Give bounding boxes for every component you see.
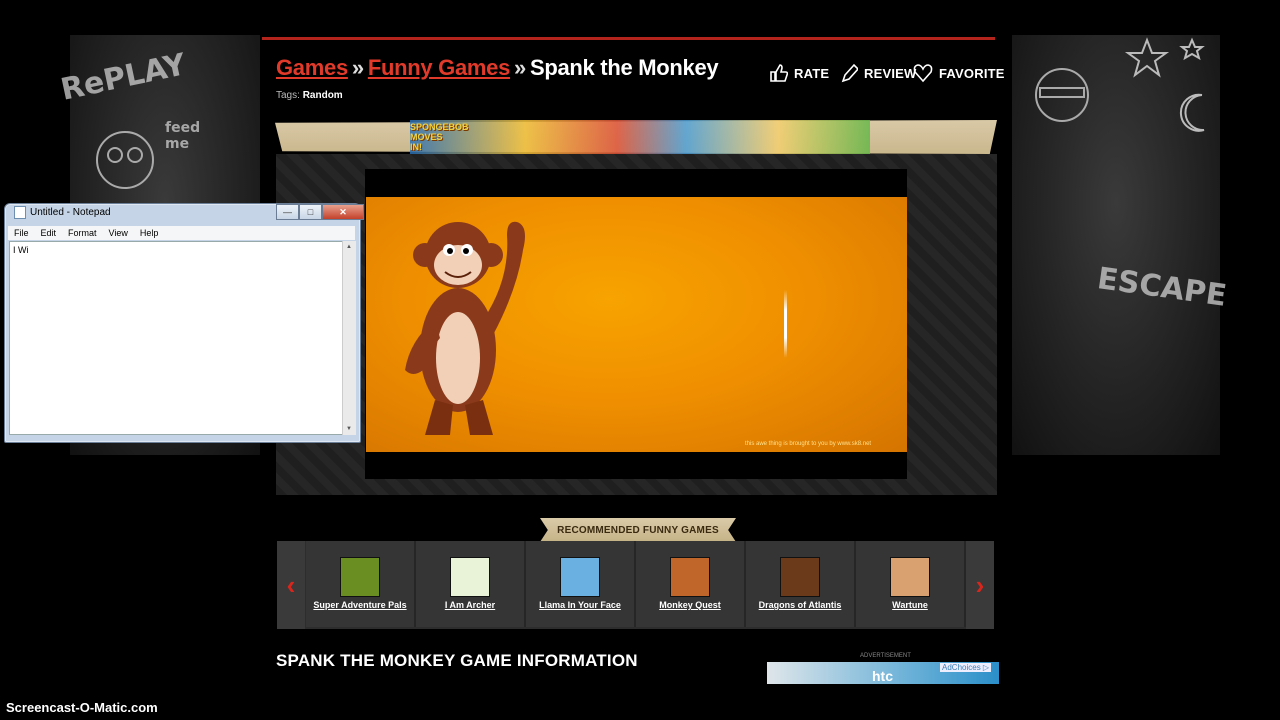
breadcrumb: Games» Funny Games» Spank the Monkey bbox=[276, 55, 719, 81]
favorite-button[interactable]: FAVORITE bbox=[913, 62, 1005, 84]
minimize-button[interactable]: — bbox=[276, 204, 299, 220]
right-decoration-panel: ESCAPE bbox=[1012, 35, 1229, 455]
recommended-game-link[interactable]: I Am Archer bbox=[445, 600, 495, 610]
breadcrumb-games-link[interactable]: Games bbox=[276, 55, 348, 80]
recommended-game[interactable]: Wartune bbox=[856, 541, 966, 627]
thumbs-up-icon bbox=[770, 64, 788, 82]
recommended-label: RECOMMENDED FUNNY GAMES bbox=[540, 518, 736, 542]
notepad-menubar: File Edit Format View Help bbox=[8, 226, 355, 240]
scroll-down-icon[interactable]: ▼ bbox=[346, 426, 352, 432]
scroll-up-icon[interactable]: ▲ bbox=[346, 244, 352, 250]
recommended-game-link[interactable]: Super Adventure Pals bbox=[313, 600, 406, 610]
review-button[interactable]: REVIEW bbox=[840, 62, 916, 84]
page-title: Spank the Monkey bbox=[529, 55, 719, 80]
recommended-game-link[interactable]: Llama In Your Face bbox=[539, 600, 621, 610]
escape-chalk-text: ESCAPE bbox=[1095, 261, 1229, 314]
game-thumbnail[interactable] bbox=[450, 557, 490, 597]
adchoices-link[interactable]: AdChoices ▷ bbox=[940, 663, 992, 672]
menu-view[interactable]: View bbox=[103, 228, 134, 238]
chalk-monster-doodle bbox=[96, 131, 154, 189]
game-thumbnail[interactable] bbox=[340, 557, 380, 597]
carousel-prev-arrow[interactable]: ‹ bbox=[277, 541, 305, 629]
chalk-stars-doodle bbox=[1124, 37, 1205, 132]
recommended-game[interactable]: I Am Archer bbox=[416, 541, 526, 627]
banner-logo: SPONGEBOB MOVES IN! bbox=[410, 122, 469, 152]
game-thumbnail[interactable] bbox=[890, 557, 930, 597]
feed-me-chalk-text: feed me bbox=[165, 120, 201, 152]
window-controls: — □ ✕ bbox=[276, 204, 364, 220]
advertisement-label: ADVERTISEMENT bbox=[860, 653, 911, 659]
tag-random-link[interactable]: Random bbox=[303, 90, 343, 101]
game-thumbnail[interactable] bbox=[670, 557, 710, 597]
recommended-game[interactable]: Monkey Quest bbox=[636, 541, 746, 627]
menu-edit[interactable]: Edit bbox=[35, 228, 63, 238]
review-label: REVIEW bbox=[864, 65, 917, 81]
rate-label: RATE bbox=[794, 65, 830, 81]
notepad-titlebar[interactable]: Untitled - Notepad bbox=[14, 206, 111, 219]
maximize-button[interactable]: □ bbox=[299, 204, 322, 220]
favorite-label: FAVORITE bbox=[939, 65, 1005, 81]
htc-logo: htc bbox=[872, 668, 893, 684]
heart-icon bbox=[913, 64, 933, 83]
game-cursor bbox=[784, 290, 787, 358]
recommended-game-link[interactable]: Wartune bbox=[892, 600, 928, 610]
notepad-text-area[interactable]: I Wi bbox=[9, 241, 344, 435]
game-thumbnail[interactable] bbox=[560, 557, 600, 597]
game-information-heading: SPANK THE MONKEY GAME INFORMATION bbox=[276, 651, 638, 670]
chalk-ninja-doodle bbox=[1035, 68, 1089, 122]
close-button[interactable]: ✕ bbox=[322, 204, 364, 220]
game-credit-text: this awe thing is brought to you by www.… bbox=[745, 441, 872, 447]
menu-file[interactable]: File bbox=[8, 228, 35, 238]
banner-logo-line: IN! bbox=[410, 142, 422, 152]
breadcrumb-separator: » bbox=[351, 55, 364, 80]
rate-button[interactable]: RATE bbox=[768, 62, 829, 84]
carousel-next-arrow[interactable]: › bbox=[966, 541, 994, 629]
screencast-watermark: Screencast-O-Matic.com bbox=[6, 700, 158, 715]
banner-logo-line: SPONGEBOB bbox=[410, 122, 469, 132]
breadcrumb-separator: » bbox=[514, 55, 526, 80]
pencil-icon bbox=[841, 63, 858, 83]
menu-format[interactable]: Format bbox=[62, 228, 103, 238]
notepad-title: Untitled - Notepad bbox=[30, 207, 111, 218]
banner-logo-line: MOVES bbox=[410, 132, 443, 142]
menu-help[interactable]: Help bbox=[134, 228, 165, 238]
recommended-game-link[interactable]: Dragons of Atlantis bbox=[759, 600, 842, 610]
tags-label: Tags: bbox=[276, 90, 300, 101]
spongebob-banner-ad[interactable] bbox=[410, 120, 870, 154]
notepad-scrollbar[interactable]: ▲ ▼ bbox=[342, 241, 356, 435]
replay-chalk-text: RePLAY bbox=[57, 47, 189, 108]
breadcrumb-funny-games-link[interactable]: Funny Games bbox=[368, 55, 510, 80]
recommended-game[interactable]: Dragons of Atlantis bbox=[746, 541, 856, 627]
monkey-character[interactable] bbox=[395, 210, 545, 440]
recommended-game[interactable]: Super Adventure Pals bbox=[306, 541, 416, 627]
tags-line: Tags: Random bbox=[276, 90, 343, 101]
recommended-game-link[interactable]: Monkey Quest bbox=[659, 600, 721, 610]
notepad-icon bbox=[14, 206, 26, 219]
header-rule bbox=[262, 37, 995, 40]
recommended-game[interactable]: Llama In Your Face bbox=[526, 541, 636, 627]
game-thumbnail[interactable] bbox=[780, 557, 820, 597]
